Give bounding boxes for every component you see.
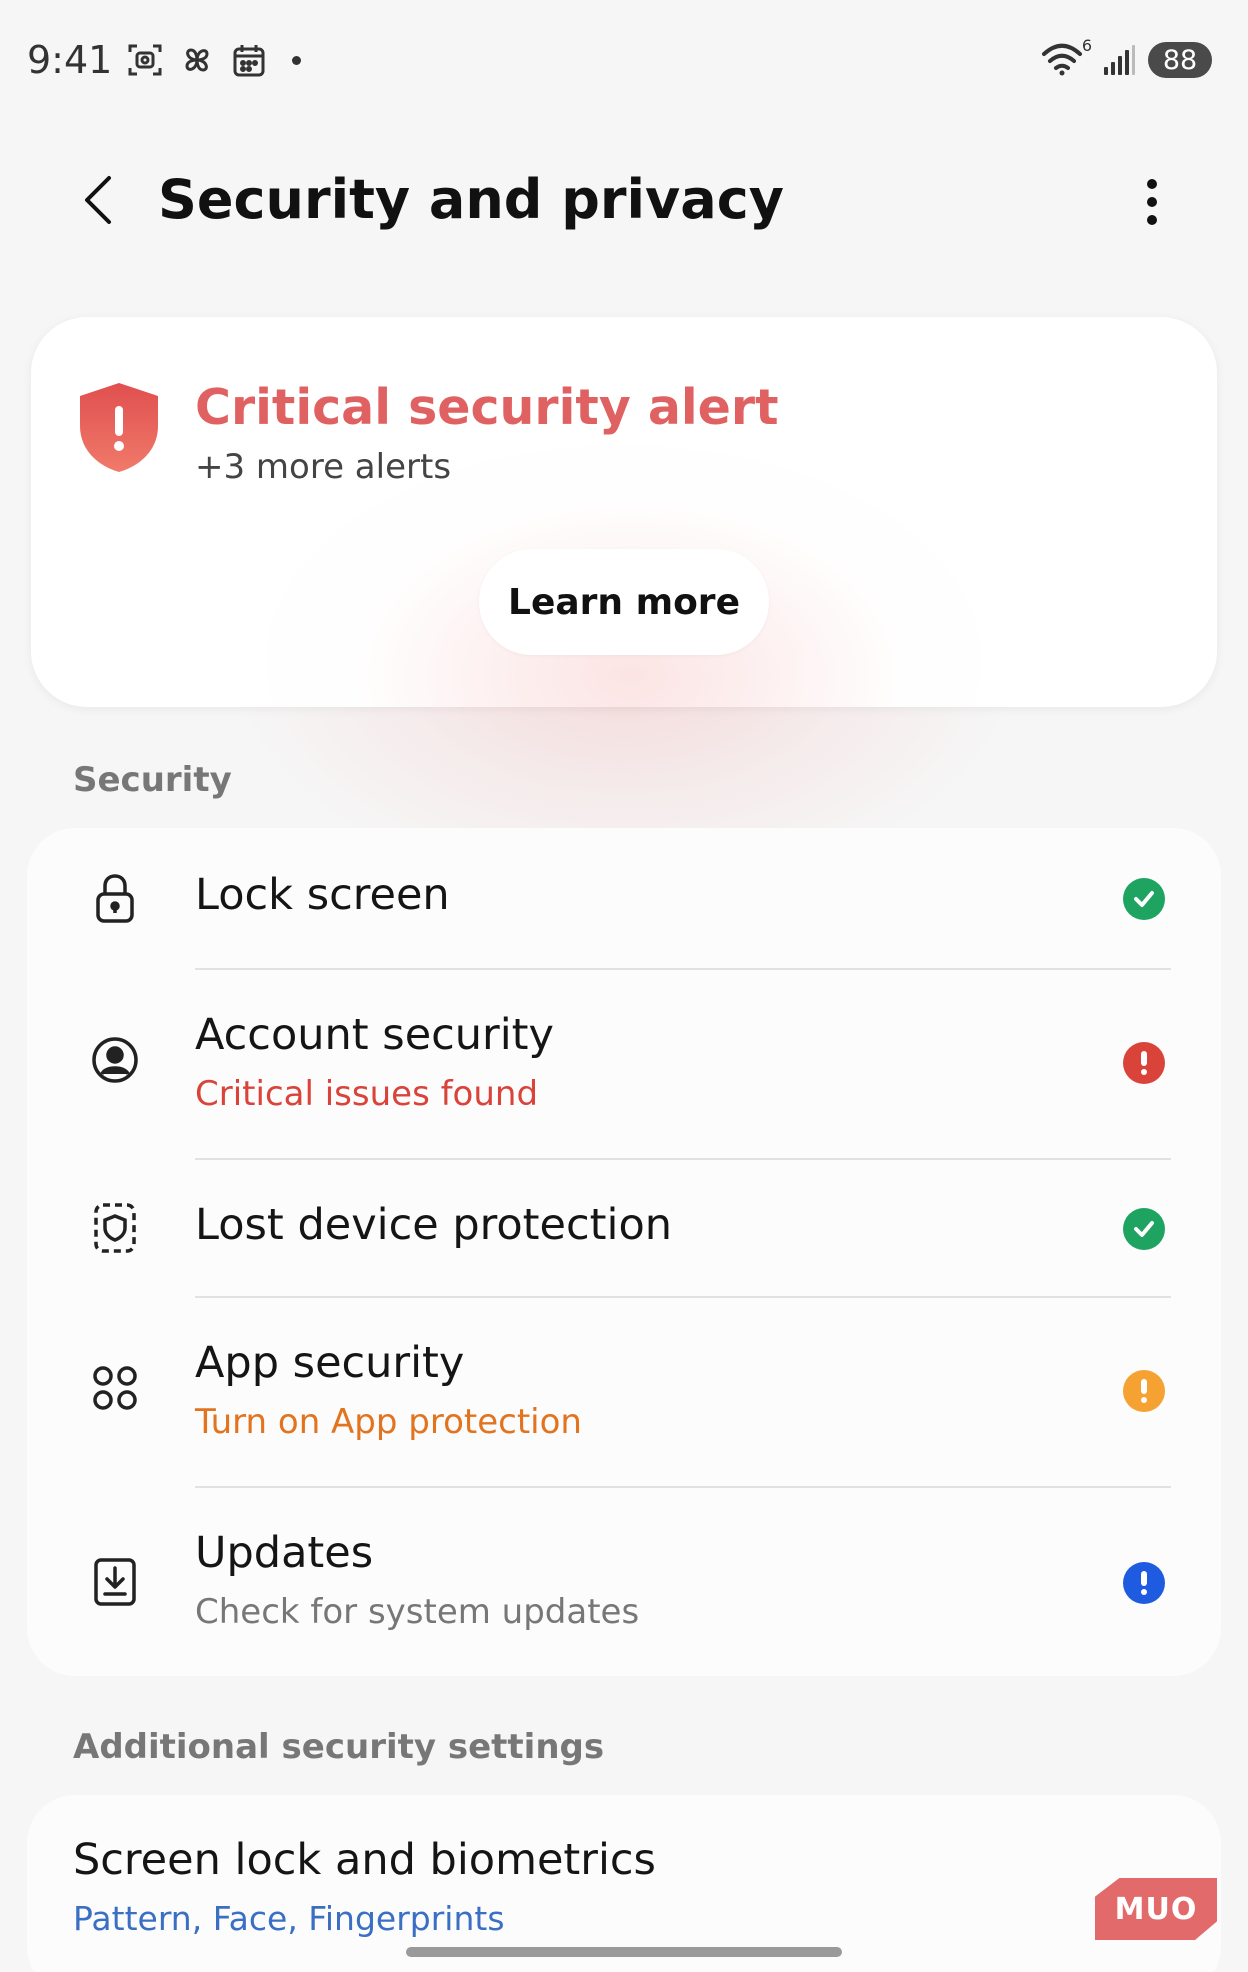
status-ok-icon (1123, 1208, 1165, 1250)
watermark-logo: MUO (1095, 1878, 1217, 1940)
status-bar: 9:41 6 88 (0, 0, 1248, 120)
lock-icon (87, 870, 143, 926)
critical-alert-card[interactable]: Critical security alert +3 more alerts L… (31, 317, 1217, 707)
wifi-icon: 6 (1040, 36, 1092, 80)
app-bar: Security and privacy (0, 150, 1248, 255)
alert-subtitle: +3 more alerts (195, 447, 452, 487)
more-options-button[interactable] (1122, 170, 1182, 234)
item-title: Screen lock and biometrics (73, 1835, 656, 1885)
signal-icon (1102, 43, 1136, 77)
download-icon (87, 1554, 143, 1610)
list-item-account-security[interactable]: Account security Critical issues found (27, 970, 1221, 1158)
app-grid-icon (87, 1360, 143, 1416)
list-item-updates[interactable]: Updates Check for system updates (27, 1488, 1221, 1676)
item-title: Lock screen (195, 870, 450, 920)
page-title: Security and privacy (158, 168, 784, 231)
list-item-lock-screen[interactable]: Lock screen (27, 828, 1221, 968)
list-item-lost-device-protection[interactable]: Lost device protection (27, 1160, 1221, 1296)
status-critical-icon (1123, 1042, 1165, 1084)
item-title: Updates (195, 1528, 374, 1578)
list-item-app-security[interactable]: App security Turn on App protection (27, 1298, 1221, 1486)
shield-alert-icon (80, 383, 158, 472)
section-label-additional: Additional security settings (73, 1727, 605, 1767)
item-title: App security (195, 1338, 465, 1388)
item-subtitle: Critical issues found (195, 1074, 539, 1114)
calendar-icon (230, 41, 268, 79)
wifi-label: 6 (1081, 36, 1092, 55)
status-clock: 9:41 (27, 38, 113, 82)
battery-indicator: 88 (1148, 42, 1212, 78)
account-icon (87, 1032, 143, 1088)
back-button[interactable] (68, 170, 128, 230)
item-subtitle: Turn on App protection (195, 1402, 582, 1442)
alert-title: Critical security alert (195, 379, 779, 436)
status-warning-icon (1123, 1370, 1165, 1412)
more-vertical-icon (1147, 179, 1157, 225)
item-title: Account security (195, 1010, 554, 1060)
list-item-screen-lock-biometrics[interactable]: Screen lock and biometrics Pattern, Face… (27, 1795, 1221, 1972)
status-info-icon (1123, 1562, 1165, 1604)
item-title: Lost device protection (195, 1200, 673, 1250)
item-subtitle: Pattern, Face, Fingerprints (73, 1899, 505, 1938)
find-device-icon (87, 1200, 143, 1256)
home-indicator[interactable] (406, 1947, 842, 1957)
chevron-left-icon (85, 176, 111, 224)
learn-more-button[interactable]: Learn more (479, 549, 769, 655)
security-list: Lock screen Account security Critical is… (27, 828, 1221, 1676)
status-ok-icon (1123, 878, 1165, 920)
more-notifications-dot (292, 55, 302, 65)
screenshot-icon (126, 41, 164, 79)
section-label-security: Security (73, 760, 232, 800)
pinwheel-icon (178, 41, 216, 79)
item-subtitle: Check for system updates (195, 1592, 640, 1632)
